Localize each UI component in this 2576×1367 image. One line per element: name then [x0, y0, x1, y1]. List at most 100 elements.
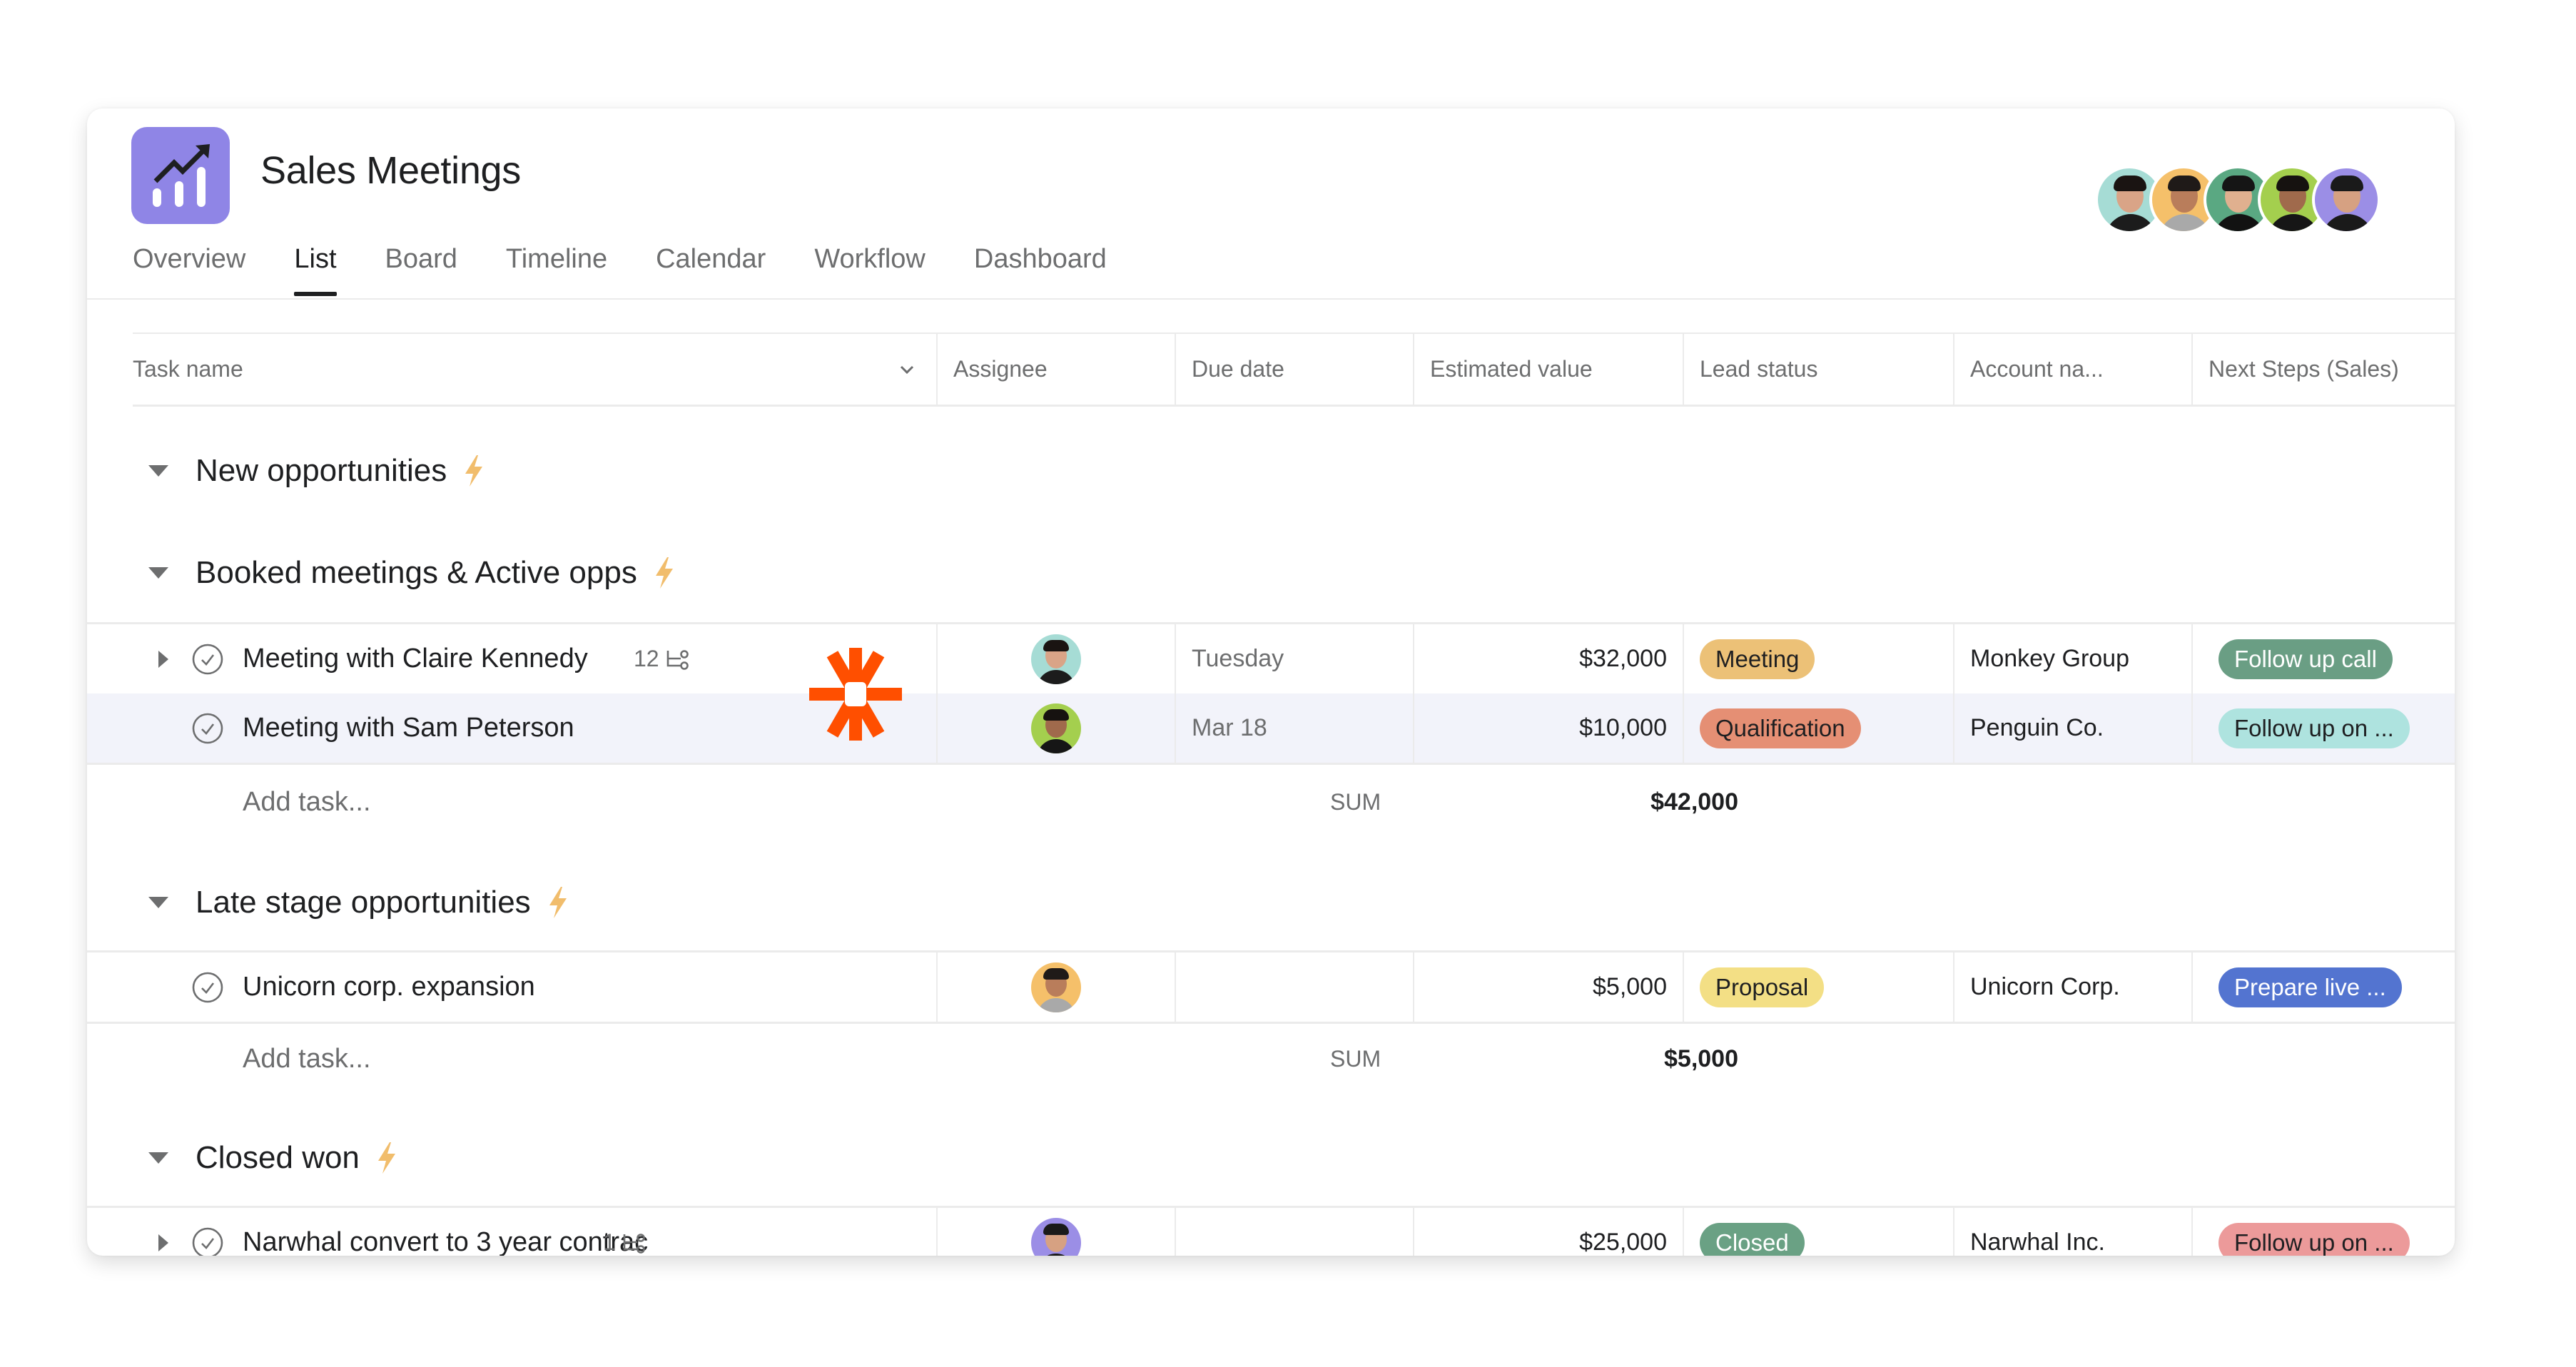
- estimated-value-cell[interactable]: $32,000: [1413, 624, 1683, 693]
- complete-checkbox-icon[interactable]: [191, 1226, 224, 1256]
- project-members[interactable]: [2095, 166, 2380, 234]
- zapier-asterisk-icon: [809, 648, 902, 741]
- sum-value: $42,000: [1650, 788, 1738, 815]
- sum-label: SUM: [1330, 788, 1381, 815]
- expand-subtasks-icon[interactable]: [158, 1234, 168, 1251]
- account-name-cell[interactable]: Unicorn Corp.: [1953, 952, 2191, 1022]
- add-task-row: Add task... SUM $5,000: [87, 1023, 2455, 1094]
- sum-value: $5,000: [1664, 1045, 1738, 1072]
- complete-checkbox-icon[interactable]: [191, 971, 224, 1004]
- tab-workflow[interactable]: Workflow: [814, 244, 926, 296]
- lead-status-cell[interactable]: Proposal: [1683, 952, 1953, 1022]
- column-header-estimated-value[interactable]: Estimated value: [1413, 334, 1683, 405]
- tab-overview[interactable]: Overview: [133, 244, 245, 296]
- project-card: Sales Meetings Overview List Board Timeline…: [87, 108, 2455, 1256]
- account-name-cell[interactable]: Narwhal Inc.: [1953, 1208, 2191, 1256]
- complete-checkbox-icon[interactable]: [191, 712, 224, 745]
- section-title: Booked meetings & Active opps: [196, 555, 637, 590]
- avatar[interactable]: [1031, 703, 1081, 753]
- collapse-triangle-icon[interactable]: [148, 1152, 168, 1164]
- section-header[interactable]: Closed won: [148, 1140, 398, 1176]
- estimated-value-cell[interactable]: $25,000: [1413, 1208, 1683, 1256]
- lead-status-badge[interactable]: Closed: [1700, 1222, 1805, 1256]
- estimated-value-cell[interactable]: $10,000: [1413, 693, 1683, 763]
- add-task-button[interactable]: Add task...: [243, 1044, 371, 1074]
- section-title: Closed won: [196, 1140, 360, 1175]
- next-step-badge[interactable]: Follow up on ...: [2218, 708, 2410, 748]
- tab-dashboard[interactable]: Dashboard: [974, 244, 1107, 296]
- task-row[interactable]: Unicorn corp. expansion $5,000 Proposal Uni…: [87, 950, 2455, 1024]
- task-name-cell[interactable]: Narwhal convert to 3 year contrac 1: [87, 1208, 936, 1256]
- subtasks-icon: [623, 1233, 645, 1254]
- lightning-bolt-icon[interactable]: [547, 887, 569, 918]
- lead-status-cell[interactable]: Closed: [1683, 1208, 1953, 1256]
- column-header-lead-status[interactable]: Lead status: [1683, 334, 1953, 405]
- due-date-cell[interactable]: [1175, 952, 1413, 1022]
- table-header: Task name Assignee Due date Estimated va…: [133, 332, 2455, 407]
- due-date-cell[interactable]: Mar 18: [1175, 693, 1413, 763]
- column-header-next-steps[interactable]: Next Steps (Sales): [2191, 334, 2455, 405]
- assignee-cell[interactable]: [936, 624, 1175, 693]
- section-header[interactable]: Booked meetings & Active opps: [148, 555, 676, 591]
- column-header-assignee[interactable]: Assignee: [936, 334, 1175, 405]
- next-step-badge[interactable]: Prepare live ...: [2218, 967, 2402, 1007]
- tab-list[interactable]: List: [294, 244, 337, 296]
- estimated-value-cell[interactable]: $5,000: [1413, 952, 1683, 1022]
- task-name[interactable]: Narwhal convert to 3 year contrac: [243, 1227, 648, 1256]
- account-name-cell[interactable]: Penguin Co.: [1953, 693, 2191, 763]
- subtask-count[interactable]: 1: [603, 1229, 646, 1256]
- lead-status-badge[interactable]: Qualification: [1700, 708, 1861, 748]
- column-header-account-name[interactable]: Account na...: [1953, 334, 2191, 405]
- tab-calendar[interactable]: Calendar: [656, 244, 766, 296]
- column-header-task-name[interactable]: Task name: [133, 334, 936, 405]
- lead-status-badge[interactable]: Meeting: [1700, 639, 1815, 679]
- avatar[interactable]: [1031, 634, 1081, 684]
- collapse-triangle-icon[interactable]: [148, 465, 168, 477]
- section-header[interactable]: New opportunities: [148, 453, 485, 489]
- lead-status-badge[interactable]: Proposal: [1700, 967, 1825, 1007]
- collapse-triangle-icon[interactable]: [148, 567, 168, 579]
- chevron-down-icon[interactable]: [899, 365, 915, 375]
- assignee-cell[interactable]: [936, 952, 1175, 1022]
- next-steps-cell[interactable]: Follow up on ...: [2191, 1208, 2455, 1256]
- add-task-button[interactable]: Add task...: [243, 787, 371, 818]
- complete-checkbox-icon[interactable]: [191, 643, 224, 676]
- avatar[interactable]: [1031, 962, 1081, 1012]
- next-step-badge[interactable]: Follow up call: [2218, 639, 2393, 679]
- project-icon[interactable]: [131, 127, 230, 224]
- section-title: New opportunities: [196, 453, 447, 488]
- subtask-count[interactable]: 12: [634, 646, 689, 672]
- assignee-cell[interactable]: [936, 693, 1175, 763]
- lightning-bolt-icon[interactable]: [653, 557, 676, 589]
- next-step-badge[interactable]: Follow up on ...: [2218, 1222, 2410, 1256]
- tab-timeline[interactable]: Timeline: [506, 244, 607, 296]
- collapse-triangle-icon[interactable]: [148, 897, 168, 908]
- task-name-cell[interactable]: Unicorn corp. expansion: [87, 952, 936, 1022]
- avatar[interactable]: [1031, 1217, 1081, 1256]
- lead-status-cell[interactable]: Meeting: [1683, 624, 1953, 693]
- add-task-row: Add task... SUM $42,000: [87, 766, 2455, 838]
- lightning-bolt-icon[interactable]: [375, 1142, 398, 1174]
- tab-board[interactable]: Board: [385, 244, 457, 296]
- column-header-due-date[interactable]: Due date: [1175, 334, 1413, 405]
- section-header[interactable]: Late stage opportunities: [148, 885, 569, 920]
- trending-chart-icon: [153, 144, 210, 207]
- due-date-cell[interactable]: Tuesday: [1175, 624, 1413, 693]
- avatar[interactable]: [2312, 166, 2380, 234]
- next-steps-cell[interactable]: Follow up on ...: [2191, 693, 2455, 763]
- lightning-bolt-icon[interactable]: [462, 455, 485, 487]
- task-row[interactable]: Meeting with Sam Peterson Mar 18 $10,000 Qu…: [87, 693, 2455, 765]
- task-name[interactable]: Unicorn corp. expansion: [243, 972, 535, 1002]
- task-name[interactable]: Meeting with Sam Peterson: [243, 713, 574, 743]
- task-name[interactable]: Meeting with Claire Kennedy: [243, 644, 588, 674]
- account-name-cell[interactable]: Monkey Group: [1953, 624, 2191, 693]
- assignee-cell[interactable]: [936, 1208, 1175, 1256]
- task-row[interactable]: Narwhal convert to 3 year contrac 1 $25,00…: [87, 1206, 2455, 1256]
- next-steps-cell[interactable]: Follow up call: [2191, 624, 2455, 693]
- task-row[interactable]: Meeting with Claire Kennedy 12 Tuesday $32,…: [87, 622, 2455, 696]
- lead-status-cell[interactable]: Qualification: [1683, 693, 1953, 763]
- next-steps-cell[interactable]: Prepare live ...: [2191, 952, 2455, 1022]
- due-date-cell[interactable]: [1175, 1208, 1413, 1256]
- expand-subtasks-icon[interactable]: [158, 650, 168, 668]
- project-tabs: Overview List Board Timeline Calendar Workflo…: [133, 244, 1155, 296]
